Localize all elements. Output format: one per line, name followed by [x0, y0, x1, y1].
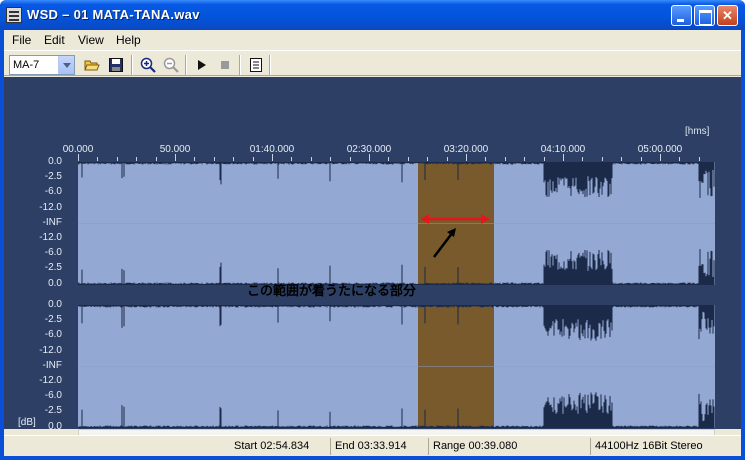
title-bar[interactable]: WSD – 01 MATA-TANA.wav ✕ [0, 0, 745, 30]
toolbar-separator [185, 55, 187, 75]
status-format: 44100Hz 16Bit Stereo [590, 438, 703, 455]
range-arrow-right-head [481, 214, 489, 224]
chevron-down-icon[interactable] [58, 56, 74, 74]
app-window: WSD – 01 MATA-TANA.wav ✕ File Edit View … [0, 0, 745, 460]
app-icon[interactable] [6, 7, 22, 23]
toolbar: MA-7 [4, 50, 741, 76]
status-end: End 03:33.914 [330, 438, 407, 455]
status-start: Start 02:54.834 [234, 440, 310, 452]
zoom-out-button[interactable] [161, 55, 181, 75]
toolbar-separator [131, 55, 133, 75]
maximize-button[interactable] [694, 5, 715, 26]
preset-select[interactable]: MA-7 [9, 55, 75, 75]
menu-view[interactable]: View [78, 33, 104, 47]
close-button[interactable]: ✕ [717, 5, 738, 26]
zoom-out-icon [163, 57, 179, 73]
save-button[interactable] [106, 55, 126, 75]
preset-value: MA-7 [13, 59, 40, 71]
waveform-view[interactable]: [hms] 00.000 50.000 01:40.000 02:30.000 03:2… [4, 77, 741, 443]
menu-edit[interactable]: Edit [44, 33, 65, 47]
status-bar: Start 02:54.834 End 03:33.914 Range 00:3… [4, 435, 741, 456]
annotation-text: この範囲が着うたになる部分 [247, 283, 417, 298]
range-arrow-left-head [421, 214, 429, 224]
open-folder-icon [84, 60, 100, 71]
toolbar-separator [269, 55, 271, 75]
menu-help[interactable]: Help [116, 33, 141, 47]
window-title: WSD – 01 MATA-TANA.wav [27, 7, 200, 22]
save-icon [109, 58, 123, 72]
zoom-in-icon [140, 57, 156, 73]
play-button[interactable] [192, 55, 212, 75]
open-button[interactable] [82, 55, 102, 75]
menu-bar: File Edit View Help [4, 30, 741, 49]
stop-button[interactable] [215, 55, 235, 75]
properties-icon [250, 58, 262, 72]
annotation-overlay [421, 214, 489, 258]
minimize-button[interactable] [671, 5, 692, 26]
status-range: Range 00:39.080 [428, 438, 517, 455]
zoom-in-button[interactable] [138, 55, 158, 75]
play-icon [198, 60, 206, 70]
client-area: File Edit View Help MA-7 [hms] 00.000 50… [4, 30, 741, 456]
properties-button[interactable] [246, 55, 266, 75]
stop-icon [221, 61, 229, 69]
pointer-arrow-line [433, 231, 454, 258]
toolbar-separator [239, 55, 241, 75]
menu-file[interactable]: File [12, 33, 31, 47]
